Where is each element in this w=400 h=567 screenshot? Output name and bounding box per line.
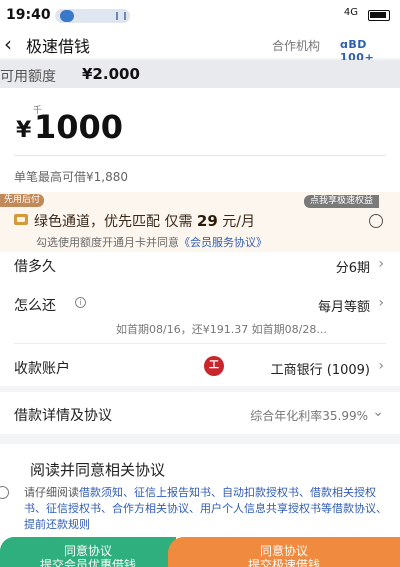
page-title: 极速借钱 — [26, 37, 91, 56]
amount-input[interactable]: 1000 — [34, 108, 123, 146]
green-channel-checkbox[interactable] — [369, 214, 383, 228]
membership-note-text: 勾选使用额度开通月卡并同意 — [36, 236, 179, 249]
term-value[interactable]: 分6期 — [336, 257, 370, 276]
button-line-2: 提交会员优惠借钱 — [39, 558, 136, 567]
membership-note: 勾选使用额度开通月卡并同意《会员服务协议》 — [36, 234, 267, 250]
pay-later-tag: 先用后付 — [0, 194, 45, 207]
repay-schedule-hint: 如首期08/16，还¥191.37 如首期08/28... — [116, 323, 327, 336]
promo-price: 29 — [196, 212, 218, 230]
benefit-badge[interactable]: 点我享极速权益 — [304, 195, 380, 208]
available-credit-label: 可用额度 — [0, 69, 56, 85]
account-value[interactable]: 工商银行 (1009) — [271, 359, 370, 378]
green-channel-title: 绿色通道，优先匹配 仅需 29 元/月 — [34, 211, 255, 231]
agreement-links[interactable]: 借款须知、征信上报告知书、自动扣款授权书、借款相关授权书、征信授权书、合作方相关… — [24, 486, 387, 531]
audio-wave-icon — [116, 12, 126, 20]
agreement-prefix: 请仔细阅读 — [24, 486, 79, 499]
agreement-title: 阅读并同意相关协议 — [30, 461, 166, 479]
account-label: 收款账户 — [14, 361, 70, 377]
status-time: 19:40 — [6, 7, 51, 23]
membership-agreement-link[interactable]: 《会员服务协议》 — [179, 236, 267, 249]
button-line-1: 同意协议 — [63, 544, 112, 558]
info-icon[interactable]: i — [75, 297, 86, 308]
promo-price-unit: 元/月 — [222, 214, 255, 230]
available-credit-row — [0, 60, 400, 88]
term-label: 借多久 — [14, 259, 56, 275]
repay-label: 怎么还 — [14, 298, 56, 314]
max-amount-note: 单笔最高可借¥1,880 — [14, 170, 128, 184]
chevron-right-icon[interactable]: › — [378, 256, 384, 272]
bank-logo-icon: 工 — [204, 356, 224, 376]
details-label: 借款详情及协议 — [14, 408, 112, 424]
promo-title-text: 绿色通道，优先匹配 仅需 — [34, 214, 193, 230]
submit-fast-loan-button[interactable]: 同意协议 提交极速借钱 — [168, 537, 400, 567]
button-line-2: 提交极速借钱 — [247, 558, 320, 567]
repay-value[interactable]: 每月等额 — [318, 296, 370, 315]
submit-member-loan-button[interactable]: 同意协议 提交会员优惠借钱 — [0, 537, 176, 567]
chevron-down-icon[interactable]: ⌄ — [372, 404, 384, 420]
button-line-1: 同意协议 — [259, 544, 308, 558]
currency-symbol: ¥ — [16, 118, 32, 143]
chevron-left-icon[interactable]: ‹ — [4, 32, 12, 56]
partner-label[interactable]: 合作机构 — [272, 37, 320, 54]
media-icon — [60, 10, 74, 22]
battery-icon — [368, 10, 390, 21]
chevron-right-icon[interactable]: › — [378, 358, 384, 374]
network-indicator: 4G — [343, 7, 358, 18]
divider — [14, 343, 386, 344]
available-credit-value: ¥2.000 — [82, 65, 140, 83]
chevron-right-icon[interactable]: › — [378, 295, 384, 311]
agreement-text: 请仔细阅读借款须知、征信上报告知书、自动扣款授权书、借款相关授权书、征信授权书、… — [24, 485, 396, 533]
interest-rate-value: 综合年化利率35.99% — [250, 409, 368, 423]
crown-icon — [14, 214, 28, 225]
divider — [14, 155, 386, 156]
